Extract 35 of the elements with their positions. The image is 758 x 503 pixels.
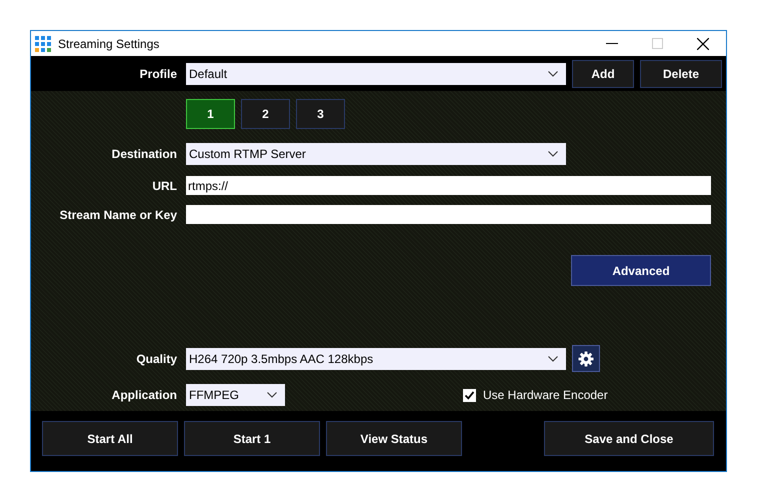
checkbox[interactable] [463, 388, 476, 402]
footer-button[interactable]: Start All [42, 421, 178, 456]
field-label: Application [110, 388, 177, 402]
minimize-icon[interactable] [606, 42, 618, 44]
input-field[interactable]: rtmps:// [186, 176, 711, 195]
grid-icon [35, 36, 51, 52]
chevron-icon [548, 151, 558, 157]
footer-button[interactable]: Save and Close [544, 421, 714, 456]
checkmark-icon [464, 390, 475, 400]
close-icon[interactable] [697, 38, 709, 50]
field-label: URL [151, 178, 177, 192]
advanced-button[interactable]: Advanced [571, 255, 711, 286]
chevron-icon [267, 392, 277, 398]
window-title: Streaming Settings [58, 36, 160, 50]
chevron-icon [548, 70, 558, 76]
stream-tab[interactable]: 3 [296, 99, 345, 129]
footer-button[interactable]: View Status [326, 421, 462, 456]
settings-button[interactable] [572, 345, 600, 372]
footer-button[interactable]: Start 1 [184, 421, 320, 456]
gear-icon [578, 350, 594, 366]
profile-dropdown[interactable]: Default [186, 62, 566, 84]
quality-dropdown[interactable]: H264 720p 3.5mbps AAC 128kbps [186, 348, 566, 370]
profile-action-button[interactable]: Add [572, 60, 634, 88]
input-field[interactable] [186, 205, 711, 224]
field-label: Profile [138, 66, 177, 80]
stream-tab[interactable]: 1 [186, 99, 235, 129]
field-label: Destination [110, 147, 177, 161]
destination-dropdown[interactable]: Custom RTMP Server [186, 143, 566, 165]
stream-tab[interactable]: 2 [241, 99, 290, 129]
profile-action-button[interactable]: Delete [640, 60, 722, 88]
chevron-icon [548, 356, 558, 362]
checkbox-label[interactable]: Use Hardware Encoder [483, 388, 608, 402]
field-label: Stream Name or Key [58, 208, 177, 222]
application-dropdown[interactable]: FFMPEG [186, 384, 285, 406]
field-label: Quality [135, 352, 177, 366]
